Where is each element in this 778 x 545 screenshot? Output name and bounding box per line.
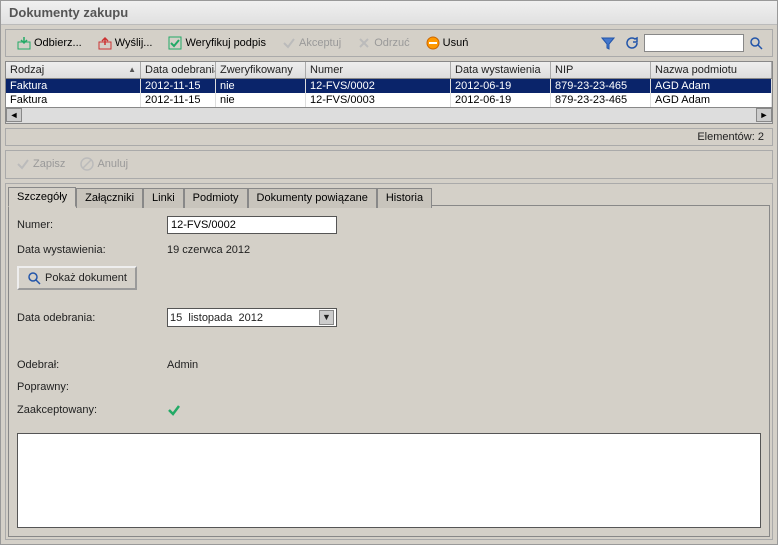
delete-button[interactable]: Usuń (419, 33, 476, 53)
elements-label: Elementów: (697, 131, 754, 143)
cell-verified: nie (216, 79, 306, 93)
grid-header: Rodzaj▲ Data odebrania Zweryfikowany Num… (6, 62, 772, 79)
tab-content-details: Numer: Data wystawienia: 19 czerwca 2012… (8, 206, 770, 537)
received-by-label: Odebrał: (17, 359, 167, 371)
number-label: Numer: (17, 219, 167, 231)
outbox-icon (98, 36, 112, 50)
cell-issued: 2012-06-19 (451, 93, 551, 107)
notes-textarea[interactable] (17, 433, 761, 528)
verify-label: Weryfikuj podpis (185, 37, 266, 49)
accepted-value-check-icon (167, 403, 181, 417)
cell-entity: AGD Adam (651, 79, 772, 93)
received-by-value: Admin (167, 359, 198, 371)
cell-number: 12-FVS/0003 (306, 93, 451, 107)
receive-button[interactable]: Odbierz... (10, 33, 89, 53)
issued-label: Data wystawienia: (17, 244, 167, 256)
inbox-icon (17, 36, 31, 50)
col-kind[interactable]: Rodzaj▲ (6, 62, 141, 78)
received-date-picker[interactable]: 15 listopada 2012 ▼ (167, 308, 337, 327)
show-document-button[interactable]: Pokaż dokument (17, 266, 137, 290)
cell-nip: 879-23-23-465 (551, 93, 651, 107)
send-label: Wyślij... (115, 37, 153, 49)
cell-kind: Faktura (6, 79, 141, 93)
no-entry-icon (80, 157, 94, 171)
reject-button[interactable]: Odrzuć (350, 33, 416, 53)
cancel-button[interactable]: Anuluj (74, 155, 134, 173)
cell-issued: 2012-06-19 (451, 79, 551, 93)
tab-entities[interactable]: Podmioty (184, 188, 248, 208)
documents-grid: Rodzaj▲ Data odebrania Zweryfikowany Num… (5, 61, 773, 124)
check-square-icon (168, 36, 182, 50)
table-row[interactable]: Faktura2012-11-15nie12-FVS/00032012-06-1… (6, 93, 772, 107)
table-row[interactable]: Faktura2012-11-15nie12-FVS/00022012-06-1… (6, 79, 772, 93)
sort-asc-icon: ▲ (128, 65, 136, 74)
status-bar: Elementów: 2 (5, 128, 773, 146)
scroll-left-button[interactable]: ◄ (6, 108, 22, 122)
accepted-label: Zaakceptowany: (17, 404, 167, 416)
search-button[interactable] (746, 33, 766, 53)
search-input[interactable] (644, 34, 744, 52)
save-button[interactable]: Zapisz (10, 155, 71, 173)
cell-entity: AGD Adam (651, 93, 772, 107)
check-icon (282, 36, 296, 50)
cell-received: 2012-11-15 (141, 93, 216, 107)
cell-nip: 879-23-23-465 (551, 79, 651, 93)
tab-details[interactable]: Szczegóły (8, 187, 76, 207)
receive-label: Odbierz... (34, 37, 82, 49)
delete-label: Usuń (443, 37, 469, 49)
tab-related[interactable]: Dokumenty powiązane (248, 188, 377, 208)
main-toolbar: Odbierz... Wyślij... Weryfikuj podpis Ak… (5, 29, 773, 57)
elements-count: 2 (758, 131, 764, 143)
accept-label: Akceptuj (299, 37, 341, 49)
reject-label: Odrzuć (374, 37, 409, 49)
send-button[interactable]: Wyślij... (91, 33, 160, 53)
received-label: Data odebrania: (17, 312, 167, 324)
tab-history[interactable]: Historia (377, 188, 432, 208)
tab-attachments[interactable]: Załączniki (76, 188, 143, 208)
accept-button[interactable]: Akceptuj (275, 33, 348, 53)
cell-kind: Faktura (6, 93, 141, 107)
col-verified[interactable]: Zweryfikowany (216, 62, 306, 78)
x-icon (357, 36, 371, 50)
cancel-label: Anuluj (97, 158, 128, 170)
verify-button[interactable]: Weryfikuj podpis (161, 33, 273, 53)
col-received[interactable]: Data odebrania (141, 62, 216, 78)
form-toolbar: Zapisz Anuluj (5, 150, 773, 179)
refresh-button[interactable] (622, 33, 642, 53)
col-entity[interactable]: Nazwa podmiotu (651, 62, 772, 78)
cell-received: 2012-11-15 (141, 79, 216, 93)
col-number[interactable]: Numer (306, 62, 451, 78)
issued-value: 19 czerwca 2012 (167, 244, 250, 256)
col-issued[interactable]: Data wystawienia (451, 62, 551, 78)
save-label: Zapisz (33, 158, 65, 170)
details-panel: Szczegóły Załączniki Linki Podmioty Doku… (5, 183, 773, 540)
col-nip[interactable]: NIP (551, 62, 651, 78)
number-input[interactable] (167, 216, 337, 234)
filter-button[interactable] (598, 33, 618, 53)
minus-circle-icon (426, 36, 440, 50)
scroll-right-button[interactable]: ► (756, 108, 772, 122)
grid-scrollbar[interactable]: ◄ ► (6, 107, 772, 123)
chevron-down-icon[interactable]: ▼ (319, 310, 334, 325)
tabstrip: Szczegóły Załączniki Linki Podmioty Doku… (8, 186, 770, 206)
window-title: Dokumenty zakupu (1, 1, 777, 25)
correct-label: Poprawny: (17, 381, 167, 393)
check-icon (16, 157, 30, 171)
cell-number: 12-FVS/0002 (306, 79, 451, 93)
magnifier-icon (27, 271, 41, 285)
show-document-label: Pokaż dokument (45, 272, 127, 284)
cell-verified: nie (216, 93, 306, 107)
tab-links[interactable]: Linki (143, 188, 184, 208)
